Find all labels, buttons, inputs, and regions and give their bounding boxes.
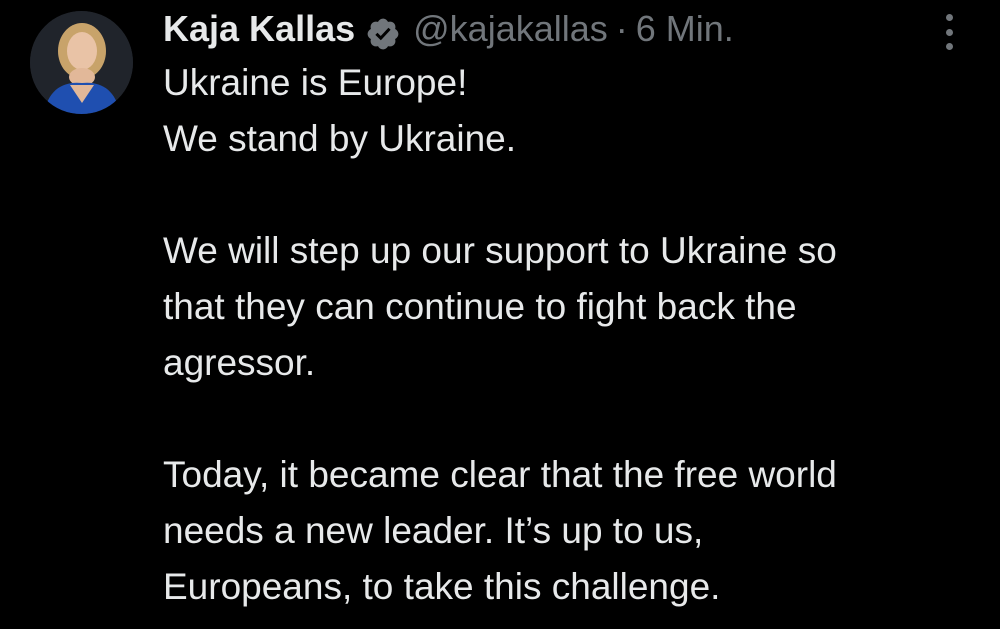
tweet-line: needs a new leader. It’s up to us,: [163, 510, 704, 551]
more-options-icon[interactable]: [937, 14, 961, 50]
handle[interactable]: @kajakallas: [413, 0, 608, 58]
verified-badge-icon: [365, 11, 401, 50]
dot: [945, 43, 953, 50]
tweet-header: Kaja Kallas @kajakallas · 6 Min.: [163, 0, 734, 58]
tweet-line: agressor.: [163, 342, 316, 383]
display-name[interactable]: Kaja Kallas: [163, 0, 355, 58]
tweet[interactable]: Kaja Kallas @kajakallas · 6 Min. Ukraine…: [0, 0, 1000, 629]
tweet-text: Ukraine is Europe! We stand by Ukraine. …: [163, 55, 993, 615]
tweet-line: Europeans, to take this challenge.: [163, 566, 721, 607]
dot: [945, 28, 953, 36]
tweet-line: Today, it became clear that the free wor…: [163, 454, 837, 495]
dot: [945, 14, 953, 21]
separator-dot: ·: [615, 8, 628, 49]
tweet-line: We will step up our support to Ukraine s…: [163, 230, 837, 271]
tweet-line: that they can continue to fight back the: [163, 286, 797, 327]
timestamp[interactable]: 6 Min.: [636, 0, 734, 58]
tweet-line: We stand by Ukraine.: [163, 118, 517, 159]
avatar[interactable]: [30, 11, 133, 114]
profile-photo-icon: [30, 11, 133, 114]
tweet-line: Ukraine is Europe!: [163, 62, 468, 103]
